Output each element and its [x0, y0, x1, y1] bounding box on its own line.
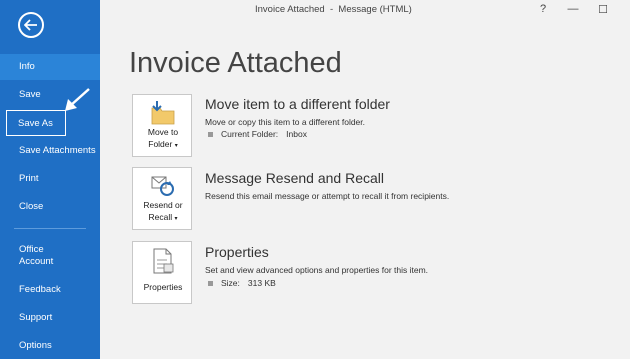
- back-button[interactable]: [18, 12, 44, 38]
- dropdown-caret-icon: ▾: [174, 143, 178, 149]
- maximize-button[interactable]: ☐: [595, 2, 611, 16]
- size-label: Size:: [221, 278, 240, 288]
- nav-item-support[interactable]: Support: [0, 305, 100, 331]
- help-button[interactable]: ?: [535, 2, 551, 16]
- current-folder-value: Inbox: [286, 129, 307, 139]
- folder-label: Folder: [148, 139, 173, 149]
- resend-section-title: Message Resend and Recall: [205, 170, 384, 186]
- nav-item-close[interactable]: Close: [0, 194, 100, 220]
- bullet-icon: [208, 280, 213, 286]
- backstage-sidebar: Info Save Save As Save Attachments Print…: [0, 0, 100, 359]
- current-folder-label: Current Folder:: [221, 129, 279, 139]
- bullet-icon: [208, 131, 213, 137]
- size-value: 313 KB: [247, 278, 276, 288]
- folder-label-row: Folder ▾: [133, 139, 193, 152]
- nav-separator: [14, 228, 86, 229]
- title-bar: Invoice Attached - Message (HTML) ? — ☐: [100, 0, 630, 20]
- properties-tile-label: Properties: [143, 282, 183, 292]
- move-folder-icon: [151, 101, 175, 125]
- window-title: Invoice Attached - Message (HTML): [255, 4, 412, 15]
- move-section-description: Move or copy this item to a different fo…: [205, 117, 366, 127]
- annotation-arrow-icon: [65, 88, 90, 111]
- nav-item-office-account[interactable]: Office Account: [0, 242, 70, 270]
- resend-recall-icon: [151, 176, 174, 196]
- recall-label: Recall: [148, 212, 173, 222]
- resend-section-description: Resend this email message or attempt to …: [205, 191, 450, 201]
- move-to-label: Move to: [147, 127, 179, 137]
- nav-item-feedback[interactable]: Feedback: [0, 277, 100, 303]
- nav-item-options[interactable]: Options: [0, 333, 100, 359]
- properties-section-description: Set and view advanced options and proper…: [205, 265, 429, 275]
- current-folder-row: Current Folder: Inbox: [208, 129, 307, 139]
- move-section-title: Move item to a different folder: [205, 96, 390, 112]
- dropdown-caret-icon: ▾: [174, 216, 178, 222]
- properties-section-title: Properties: [205, 244, 269, 260]
- nav-item-print[interactable]: Print: [0, 166, 100, 192]
- move-to-folder-button[interactable]: Move to Folder ▾: [132, 94, 192, 157]
- nav-item-save-as[interactable]: Save As: [6, 110, 66, 136]
- recall-label-row: Recall ▾: [133, 212, 193, 225]
- nav-item-info[interactable]: Info: [0, 54, 100, 80]
- resend-or-recall-button[interactable]: Resend or Recall ▾: [132, 167, 192, 230]
- properties-button[interactable]: Properties: [132, 241, 192, 304]
- properties-icon: [153, 248, 174, 274]
- back-arrow-icon: [24, 19, 37, 31]
- resend-or-label: Resend or: [143, 200, 183, 210]
- page-title: Invoice Attached: [129, 47, 342, 79]
- size-row: Size: 313 KB: [208, 278, 276, 288]
- minimize-button[interactable]: —: [565, 2, 581, 16]
- nav-item-save-attachments[interactable]: Save Attachments: [0, 138, 100, 164]
